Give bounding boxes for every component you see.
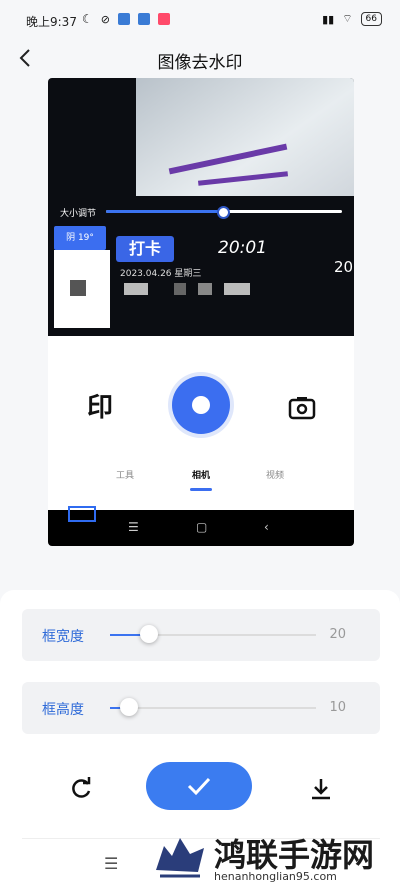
check-icon <box>187 777 211 796</box>
frame-width-slider[interactable] <box>110 625 316 643</box>
status-system-icons: ▮▮ ⌔ 66 <box>322 12 382 26</box>
weather-tag: 阴 19° <box>54 226 106 250</box>
alarm-off-icon: ⊘ <box>100 12 110 26</box>
size-slider[interactable] <box>106 206 342 219</box>
status-time: 晚上9:37 <box>26 15 77 29</box>
frame-width-setting: 框宽度 20 <box>22 609 380 661</box>
active-tab-indicator <box>190 488 212 491</box>
watermark-logo-icon <box>156 838 204 878</box>
wifi-icon: ⌔ <box>342 12 353 25</box>
header: 图像去水印 <box>0 40 400 76</box>
frame-width-thumb[interactable] <box>140 625 159 643</box>
selection-box[interactable] <box>68 506 96 522</box>
camera-photo: 大小调节 阴 19° 打卡 20:01 2023.04.26 星期三 20 <box>48 78 354 336</box>
frame-height-slider[interactable] <box>110 698 316 716</box>
status-bar: 晚上9:37 ☾ ⊘ ▮▮ ⌔ 66 <box>0 0 400 40</box>
bottom-menu-icon[interactable]: ☰ <box>104 854 118 873</box>
frame-height-value: 10 <box>329 700 346 715</box>
shutter-button[interactable] <box>172 376 230 434</box>
camera-controls: 印 工具 相机 视频 <box>48 336 354 510</box>
confirm-button[interactable] <box>146 762 252 810</box>
size-slider-label: 大小调节 <box>60 209 97 219</box>
watermark-url: henanhonglian95.com <box>214 870 337 883</box>
tab-tools[interactable]: 工具 <box>116 468 134 481</box>
download-notification-icon <box>137 13 150 25</box>
punch-label: 打卡 <box>116 236 174 262</box>
frame-height-setting: 框高度 10 <box>22 682 380 734</box>
size-slider-thumb[interactable] <box>216 206 230 219</box>
site-watermark: 鸿联手游网 henanhonglian95.com <box>150 826 400 888</box>
tab-camera[interactable]: 相机 <box>192 468 210 481</box>
back-icon: ‹ <box>264 520 269 534</box>
app-notification-icon-red <box>157 13 170 25</box>
watermark-clock-right: 20 <box>334 258 354 276</box>
flip-camera-button[interactable] <box>286 392 318 424</box>
watermark-clock: 20:01 <box>218 238 267 258</box>
battery-icon: 66 <box>360 12 382 26</box>
home-icon: ▢ <box>196 520 208 534</box>
status-notification-icons: ☾ ⊘ <box>82 12 170 26</box>
frame-height-label: 框高度 <box>42 702 84 718</box>
refresh-button[interactable] <box>66 774 96 804</box>
watermark-date: 2023.04.26 星期三 <box>120 269 202 279</box>
watermark-stamp-button[interactable]: 印 <box>84 392 116 424</box>
frame-width-value: 20 <box>329 627 346 642</box>
size-slider-fill <box>106 210 222 213</box>
tab-video[interactable]: 视频 <box>266 468 284 481</box>
signal-icon: ▮▮ <box>322 12 335 26</box>
download-button[interactable] <box>306 774 336 804</box>
page-title: 图像去水印 <box>157 53 243 73</box>
moon-icon: ☾ <box>82 12 93 26</box>
frame-width-label: 框宽度 <box>42 629 84 645</box>
app-notification-icon <box>117 13 130 25</box>
preview-image: 大小调节 阴 19° 打卡 20:01 2023.04.26 星期三 20 印 … <box>48 78 354 546</box>
frame-height-thumb[interactable] <box>119 698 138 716</box>
menu-icon: ☰ <box>128 520 139 534</box>
